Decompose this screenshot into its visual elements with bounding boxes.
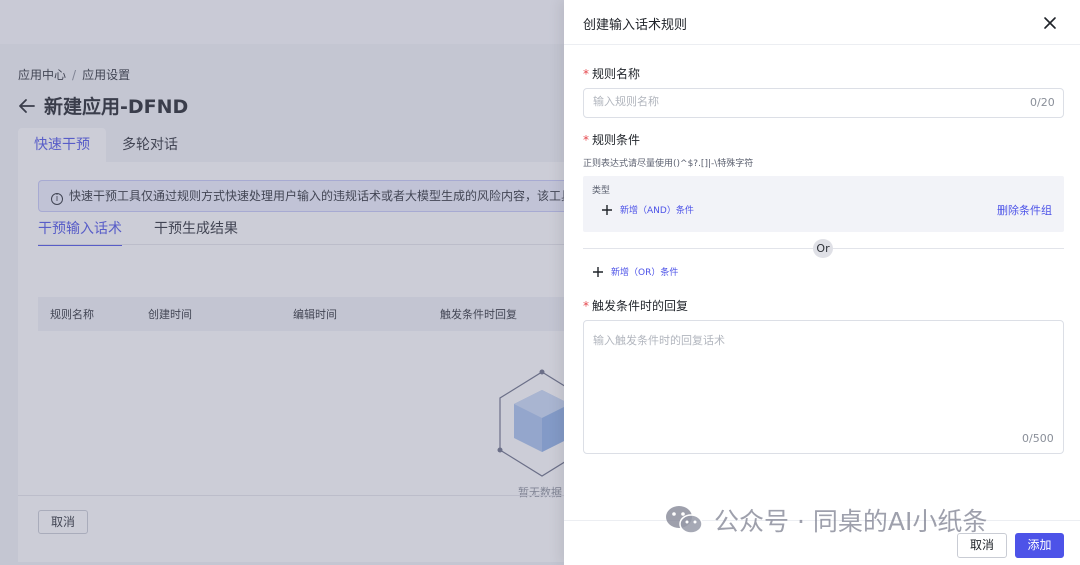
drawer-title: 创建输入话术规则: [583, 18, 688, 33]
watermark: 公众号 · 同桌的AI小纸条: [664, 502, 987, 538]
add-or-condition-button[interactable]: 新增（OR）条件: [592, 265, 678, 278]
reply-textarea[interactable]: [593, 332, 1053, 422]
reply-label: * 触发条件时的回复: [583, 297, 688, 314]
add-button[interactable]: 添加: [1015, 533, 1064, 558]
or-badge: Or: [813, 239, 833, 258]
required-mark: *: [583, 67, 589, 81]
add-and-condition-label: 新增（AND）条件: [620, 206, 694, 216]
reply-label-text: 触发条件时的回复: [592, 299, 689, 313]
rule-name-label: * 规则名称: [583, 65, 640, 82]
condition-type-label: 类型: [592, 186, 611, 196]
drawer-header: 创建输入话术规则: [564, 0, 1080, 45]
plus-icon: [593, 266, 603, 277]
watermark-text: 公众号 · 同桌的AI小纸条: [714, 507, 988, 536]
required-mark: *: [583, 299, 589, 313]
create-rule-drawer: 创建输入话术规则 *规则名称 0/20 *规则条件 正则表达式请尽量使用()^$…: [564, 0, 1080, 565]
delete-condition-group-button[interactable]: 删除条件组: [997, 202, 1052, 218]
condition-group: 类型 新增（AND）条件 删除条件组: [583, 176, 1064, 232]
rule-name-input[interactable]: [593, 95, 993, 108]
rule-name-label-text: 规则名称: [592, 67, 641, 81]
regex-hint: 正则表达式请尽量使用()^$?.[]|-\特殊字符: [583, 159, 754, 169]
rule-conditions-label-text: 规则条件: [592, 133, 641, 147]
required-mark: *: [583, 133, 589, 147]
add-or-condition-label: 新增（OR）条件: [611, 268, 679, 278]
reply-field[interactable]: 0/500: [583, 320, 1064, 454]
wechat-logo-icon: [666, 506, 703, 534]
rule-conditions-label: * 规则条件: [583, 131, 640, 148]
reply-counter: 0/500: [1022, 432, 1054, 445]
close-icon[interactable]: [1042, 15, 1058, 31]
add-and-condition-button[interactable]: 新增（AND）条件: [601, 203, 694, 216]
plus-icon: [602, 204, 612, 215]
rule-name-counter: 0/20: [1030, 96, 1055, 109]
rule-name-field[interactable]: 0/20: [583, 88, 1064, 118]
